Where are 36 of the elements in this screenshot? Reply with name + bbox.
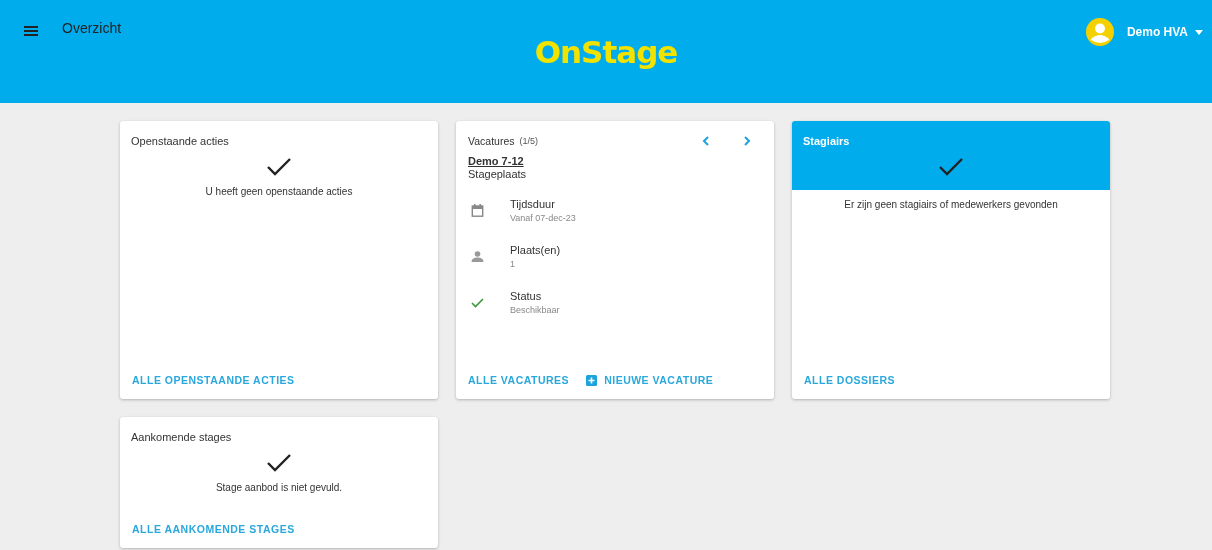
card-link[interactable]: NIEUWE VACATURE	[586, 374, 714, 386]
vacancy-type: Stageplaats	[468, 168, 527, 180]
card-title: Stagiairs	[803, 135, 851, 147]
detail-label: Status	[510, 290, 543, 302]
card-link[interactable]: ALLE VACATURES	[468, 374, 570, 386]
empty-message: Stage aanbod is niet gevuld.	[214, 482, 344, 493]
card-title: Aankomende stages	[131, 431, 233, 443]
detail-value: 1	[510, 259, 516, 269]
chevron-right-icon[interactable]	[743, 136, 751, 146]
detail-label: Plaats(en)	[510, 244, 561, 256]
caret-icon	[1195, 29, 1203, 35]
user-menu[interactable]: Demo HVA	[1085, 18, 1203, 46]
empty-message: U heeft geen openstaande acties	[204, 186, 354, 197]
card-title: Openstaande acties	[131, 135, 230, 147]
detail-value: Beschikbaar	[510, 305, 560, 315]
vacancy-link[interactable]: Demo 7-12	[468, 155, 524, 167]
page-title: Overzicht	[62, 20, 122, 36]
checkmark-icon	[471, 297, 484, 308]
logo: OnStage	[534, 34, 678, 70]
person-icon	[471, 251, 484, 262]
page-counter: (1/5)	[519, 136, 538, 146]
card-link[interactable]: ALLE OPENSTAANDE ACTIES	[132, 374, 295, 386]
detail-value: Vanaf 07-dec-23	[510, 213, 576, 223]
menu-icon[interactable]	[24, 26, 38, 36]
card-link[interactable]: ALLE DOSSIERS	[804, 374, 896, 386]
add-icon	[586, 374, 598, 386]
empty-message: Er zijn geen stagiairs of medewerkers gevonden	[843, 199, 1059, 210]
card-link[interactable]: ALLE AANKOMENDE STAGES	[132, 523, 295, 535]
detail-label: Tijdsduur	[510, 198, 556, 210]
checkmark-icon	[266, 453, 292, 473]
checkmark-icon	[266, 157, 292, 177]
card-title: Vacatures	[468, 135, 515, 147]
chevron-left-icon[interactable]	[702, 136, 710, 146]
calendar-icon	[471, 204, 484, 217]
avatar-icon	[1085, 18, 1114, 46]
checkmark-icon	[938, 157, 964, 177]
